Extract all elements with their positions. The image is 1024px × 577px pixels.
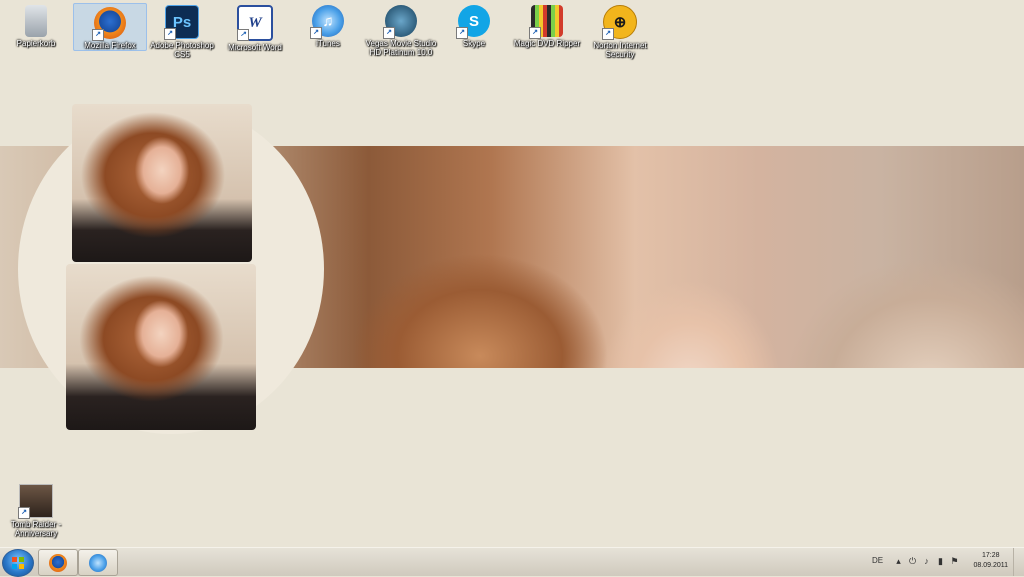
desktop-icon-skype[interactable]: S ↗ Skype [438, 2, 510, 48]
shortcut-arrow-icon: ↗ [310, 27, 322, 39]
firefox-icon: ↗ [92, 7, 126, 41]
show-hidden-icons-icon[interactable]: ▴ [894, 557, 903, 566]
volume-icon[interactable]: ♪ [922, 557, 931, 566]
taskbar-button-itunes[interactable] [78, 549, 118, 576]
shortcut-arrow-icon: ↗ [237, 29, 249, 41]
desktop-icon-label: Adobe Photoshop CS5 [150, 41, 214, 59]
system-tray: DE ▴ ⏻ ♪ ▮ ⚑ 17:28 08.09.2011 [864, 548, 1024, 576]
desktop-icon-word[interactable]: W ↗ Microsoft Word [219, 2, 291, 52]
desktop-icon-firefox[interactable]: ↗ Mozilla Firefox [73, 3, 147, 51]
language-indicator[interactable]: DE [872, 556, 883, 565]
vegas-icon: ↗ [383, 5, 417, 39]
itunes-icon [89, 553, 107, 572]
clock-date: 08.09.2011 [973, 562, 1008, 569]
tomb-raider-icon: ↗ [18, 484, 53, 519]
desktop-icon-photoshop[interactable]: Ps ↗ Adobe Photoshop CS5 [146, 2, 218, 59]
desktop-icon-label: iTunes [316, 39, 340, 48]
firefox-icon [49, 553, 67, 572]
desktop-wallpaper [0, 0, 1024, 576]
desktop-icon-label: Papierkorb [16, 39, 56, 48]
shortcut-arrow-icon: ↗ [529, 27, 541, 39]
desktop-icon-label: Skype [462, 39, 486, 48]
itunes-icon: ♫ ↗ [310, 5, 344, 39]
itunes-glyph: ♫ [322, 12, 334, 30]
norton-glyph: ⊕ [613, 14, 627, 31]
desktop-icon-tomb-raider[interactable]: ↗ Tomb Raider - Anniversary [0, 481, 72, 538]
norton-icon: ⊕ ↗ [602, 5, 637, 40]
shortcut-arrow-icon: ↗ [164, 28, 176, 40]
desktop-icon-dvd-ripper[interactable]: ↗ Magic DVD Ripper [511, 2, 583, 48]
start-button[interactable] [2, 549, 34, 577]
desktop-icon-itunes[interactable]: ♫ ↗ iTunes [292, 2, 364, 48]
desktop-icon-label: Norton Internet Security [593, 41, 647, 59]
shortcut-arrow-icon: ↗ [456, 27, 468, 39]
dvd-ripper-icon: ↗ [529, 5, 563, 39]
word-icon: W ↗ [237, 5, 273, 41]
desktop-icon-label: Tomb Raider - Anniversary [10, 520, 62, 538]
shortcut-arrow-icon: ↗ [18, 507, 30, 519]
show-desktop-button[interactable] [1013, 548, 1024, 576]
recycle-bin-icon [25, 5, 47, 37]
desktop-icon-label: Microsoft Word [228, 43, 282, 52]
wallpaper-photo-top [72, 104, 252, 262]
taskbar-button-firefox[interactable] [38, 549, 78, 576]
action-center-flag-icon[interactable]: ⚑ [950, 557, 959, 566]
shortcut-arrow-icon: ↗ [92, 29, 104, 41]
windows-logo-icon [12, 557, 24, 569]
power-icon[interactable]: ⏻ [908, 557, 917, 566]
desktop-icon-label: Vegas Movie Studio HD Platinum 10.0 [365, 39, 437, 57]
skype-icon: S ↗ [456, 5, 490, 39]
photoshop-icon: Ps ↗ [164, 5, 199, 40]
taskbar: DE ▴ ⏻ ♪ ▮ ⚑ 17:28 08.09.2011 [0, 547, 1024, 577]
desktop-icon-recycle-bin[interactable]: Papierkorb [0, 2, 72, 48]
desktop-icon-vegas[interactable]: ↗ Vegas Movie Studio HD Platinum 10.0 [365, 2, 437, 57]
desktop-icon-label: Magic DVD Ripper [513, 39, 581, 48]
network-icon[interactable]: ▮ [936, 557, 945, 566]
desktop-icon-norton[interactable]: ⊕ ↗ Norton Internet Security [584, 2, 656, 59]
shortcut-arrow-icon: ↗ [383, 27, 395, 39]
desktop-icon-label: Mozilla Firefox [84, 41, 136, 50]
shortcut-arrow-icon: ↗ [602, 28, 614, 40]
clock-time: 17:28 [981, 552, 1000, 559]
word-glyph: W [248, 14, 262, 31]
clock[interactable]: 17:28 08.09.2011 [973, 551, 1008, 571]
skype-glyph: S [468, 12, 479, 30]
wallpaper-photo-bottom [66, 264, 256, 430]
